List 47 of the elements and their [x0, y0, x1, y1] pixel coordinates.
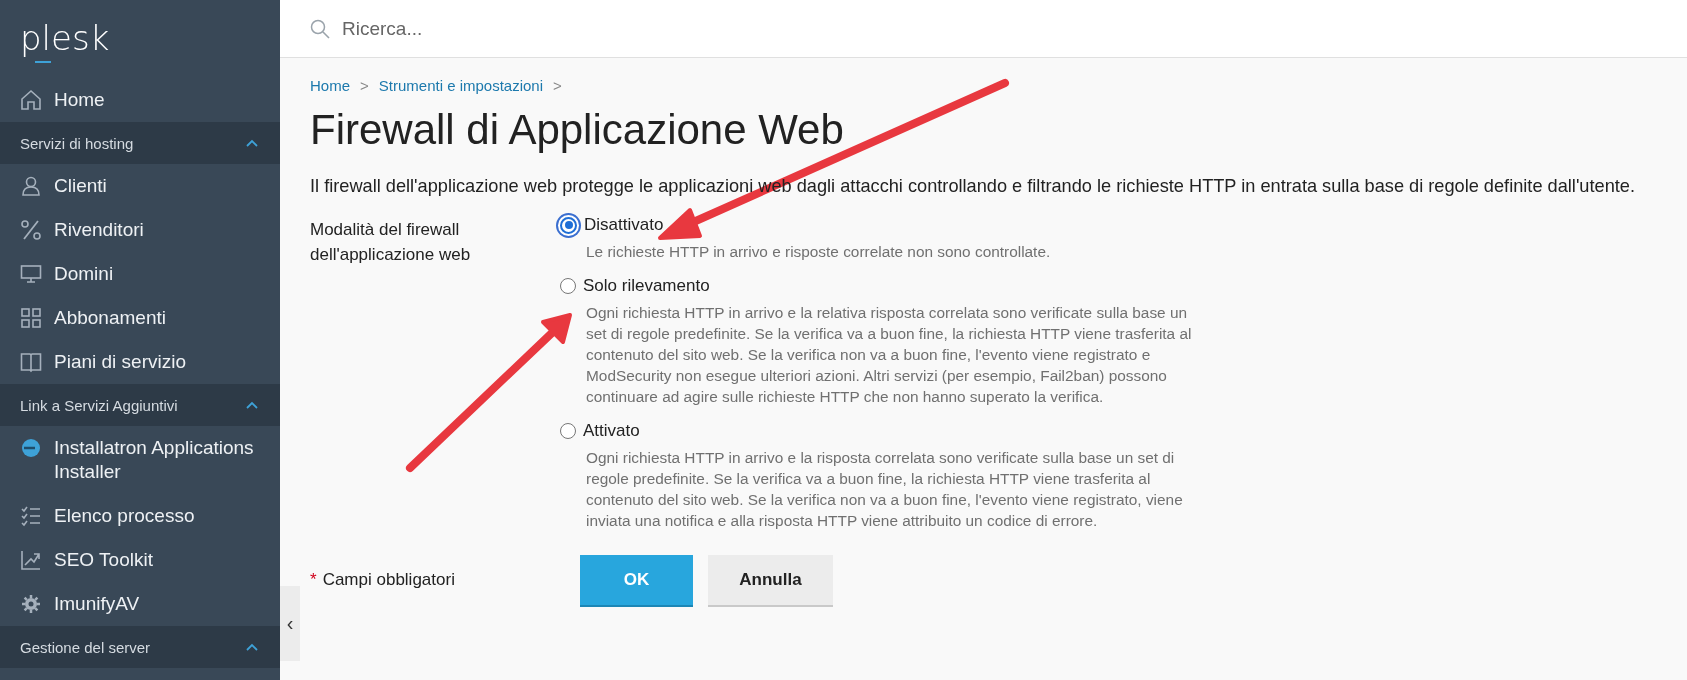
logo: plesk	[0, 0, 110, 78]
caret-icon	[246, 401, 258, 409]
caret-icon	[246, 643, 258, 651]
monitor-icon	[20, 263, 42, 285]
radio-button[interactable]	[560, 278, 576, 294]
user-icon	[20, 175, 42, 197]
sidebar-item[interactable]: Clienti	[0, 164, 280, 208]
home-icon	[20, 89, 42, 111]
sidebar-item[interactable]: Piani di servizio	[0, 340, 280, 384]
radio-button[interactable]	[560, 423, 576, 439]
required-note: Campi obbligatori	[322, 570, 455, 590]
sidebar-item[interactable]: Installatron Applications Installer	[0, 426, 280, 494]
cancel-button[interactable]: Annulla	[708, 555, 833, 605]
grid-icon	[20, 307, 42, 329]
sidebar-item[interactable]: ImunifyAV	[0, 582, 280, 626]
percent-icon	[20, 219, 42, 241]
sidebar-item[interactable]: SEO Toolkit	[0, 538, 280, 582]
radio-label[interactable]: Attivato	[583, 421, 640, 441]
page-title: Firewall di Applicazione Web	[310, 106, 845, 154]
sidebar-item[interactable]: Rivenditori	[0, 208, 280, 252]
required-mark: *	[310, 570, 317, 590]
breadcrumb-separator: >	[553, 77, 562, 94]
sidebar-section-header[interactable]: Link a Servizi Aggiuntivi	[0, 384, 280, 426]
collapse-sidebar-tab[interactable]: ‹	[280, 586, 300, 661]
sidebar-item[interactable]: Elenco processo	[0, 494, 280, 538]
chart-icon	[20, 549, 42, 571]
sidebar-item[interactable]: Home	[0, 78, 280, 122]
checklist-icon	[20, 505, 42, 527]
option-description: Le richieste HTTP in arrivo e risposte correlate non sono controllate.	[586, 242, 1052, 262]
option-description: Ogni richiesta HTTP in arrivo e la risposta correlata sono verificate sulla base un set di regole predefinite. Se la verifica va a buon fine, la richiesta HTTP viene trasferita al contenuto del sito web. Se la verifica non va a buon fine, l'evento viene registrato, viene inviata una notifica e alla risposta HTTP viene attribuito un codice di errore.	[586, 448, 1184, 531]
caret-icon	[246, 139, 258, 147]
sidebar-item[interactable]: Abbonamenti	[0, 296, 280, 340]
sidebar-section-header[interactable]: Gestione del server	[0, 626, 280, 668]
search-icon	[310, 18, 330, 39]
circle-icon	[20, 437, 42, 459]
search-field[interactable]: Ricerca...	[340, 16, 694, 41]
breadcrumb-link[interactable]: Strumenti e impostazioni	[378, 77, 544, 94]
field-label: Modalità del firewall dell'applicazione web	[310, 219, 472, 266]
book-icon	[20, 351, 42, 373]
gear-icon	[20, 593, 42, 615]
sidebar-item[interactable]: Domini	[0, 252, 280, 296]
radio-label[interactable]: Solo rilevamento	[583, 276, 710, 296]
radio-label[interactable]: Disattivato	[584, 215, 664, 235]
breadcrumb-separator: >	[360, 77, 369, 94]
option-description: Ogni richiesta HTTP in arrivo e la relativa risposta correlata sono verificate sulla base un set di regole predefinite. Se la verifica va a buon fine, la richiesta HTTP viene trasferita al contenuto del sito web. Se la verifica non va a buon fine, l'evento viene registrato e ModSecurity non esegue ulteriori azioni. Altri servizi (per esempio, Fail2ban) possono continuare ad agire sulle richieste HTTP che non hanno superato la verifica.	[586, 303, 1193, 407]
breadcrumb-link[interactable]: Home	[310, 77, 350, 94]
sidebar-section-header[interactable]: Servizi di hosting	[0, 122, 280, 164]
